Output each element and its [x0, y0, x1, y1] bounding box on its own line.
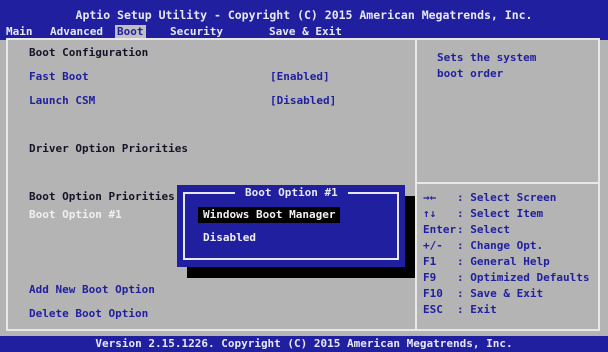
fast-boot-value[interactable]: [Enabled]: [270, 70, 330, 84]
popup-frame: [183, 192, 399, 260]
help-text: Sets the system boot order: [437, 50, 536, 82]
tab-save-exit[interactable]: Save & Exit: [269, 25, 342, 39]
popup-option-windows-boot-manager[interactable]: Windows Boot Manager: [198, 207, 341, 223]
app-title: Aptio Setup Utility - Copyright (C) 2015…: [75, 8, 533, 22]
tab-security[interactable]: Security: [170, 25, 223, 39]
tab-advanced[interactable]: Advanced: [50, 25, 103, 39]
boot-option-1-item[interactable]: Boot Option #1: [29, 208, 122, 222]
section-boot-configuration: Boot Configuration: [29, 46, 149, 59]
add-new-boot-option[interactable]: Add New Boot Option: [29, 283, 155, 297]
tab-boot[interactable]: Boot: [115, 25, 146, 39]
key-arrows-ud: ↑↓: [423, 207, 437, 220]
key-arrows-lr: →←: [423, 191, 437, 204]
section-driver-option-priorities: Driver Option Priorities: [29, 142, 188, 155]
version-footer: Version 2.15.1226. Copyright (C) 2015 Am…: [0, 336, 608, 352]
popup-title: Boot Option #1: [235, 185, 348, 201]
title-bar: Aptio Setup Utility - Copyright (C) 2015…: [0, 0, 608, 40]
panel-divider: [415, 38, 417, 331]
fast-boot-label[interactable]: Fast Boot: [29, 70, 89, 84]
help-line-2: boot order: [437, 67, 504, 80]
help-line-1: Sets the system: [437, 51, 537, 64]
tab-main[interactable]: Main: [6, 25, 33, 39]
delete-boot-option[interactable]: Delete Boot Option: [29, 307, 148, 321]
launch-csm-value[interactable]: [Disabled]: [270, 94, 336, 108]
section-boot-option-priorities: Boot Option Priorities: [29, 190, 175, 203]
boot-option-popup: Boot Option #1 Windows Boot Manager Disa…: [177, 185, 405, 267]
popup-option-disabled[interactable]: Disabled: [203, 230, 256, 246]
help-divider: [415, 182, 600, 184]
launch-csm-label[interactable]: Launch CSM: [29, 94, 95, 108]
